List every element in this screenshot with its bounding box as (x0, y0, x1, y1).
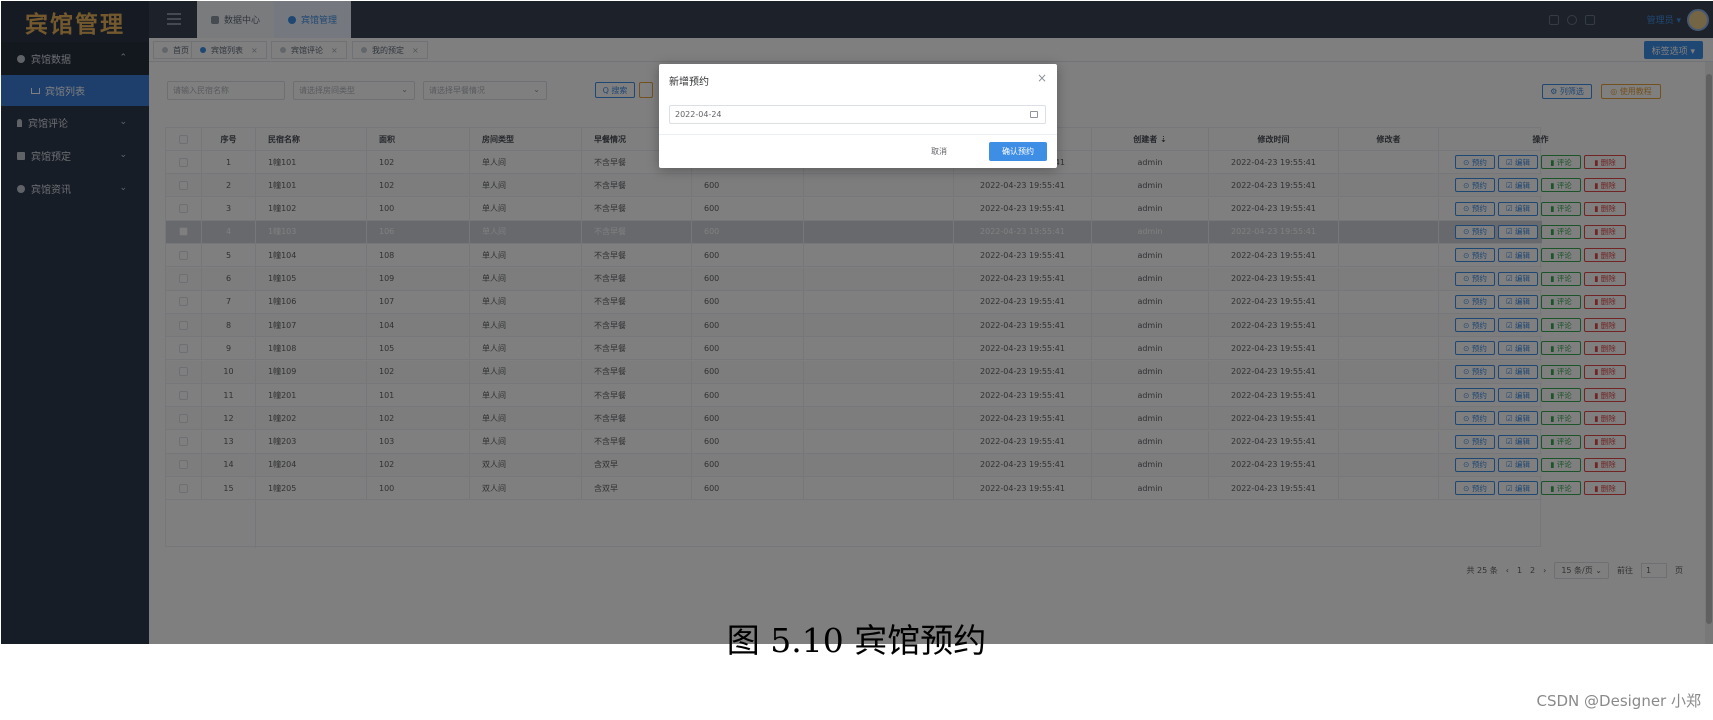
calendar-icon (1030, 111, 1038, 118)
dialog-divider (659, 134, 1057, 135)
booking-date-input[interactable]: 2022-04-24 (669, 105, 1046, 124)
confirm-booking-button[interactable]: 确认预约 (989, 142, 1047, 161)
new-booking-dialog: 新增预约 × 2022-04-24 取消 确认预约 (659, 64, 1057, 168)
cancel-button[interactable]: 取消 (924, 143, 954, 159)
app-window: 宾馆管理 宾馆数据⌃宾馆列表宾馆评论⌄宾馆预定⌄宾馆资讯⌄ 数据中心 宾馆管理 … (1, 1, 1713, 644)
watermark: CSDN @Designer 小郑 (1536, 692, 1702, 710)
figure-caption: 图 5.10 宾馆预约 (726, 621, 987, 660)
dialog-title: 新增预约 (669, 77, 709, 88)
close-icon[interactable]: × (1037, 71, 1047, 85)
